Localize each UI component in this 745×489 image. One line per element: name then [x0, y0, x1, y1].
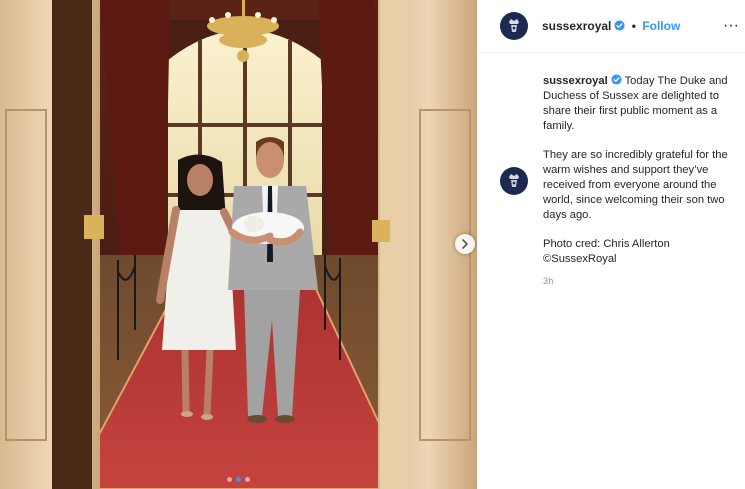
caption-credit-line-2[interactable]: ©SussexRoyal	[543, 253, 617, 265]
separator-dot: •	[631, 19, 636, 33]
post-side-panel: sussexroyal • Follow ··· sussexroyal Tod…	[477, 0, 745, 489]
avatar[interactable]	[500, 12, 528, 40]
verified-badge-icon	[611, 74, 622, 85]
more-options-icon[interactable]: ···	[723, 18, 739, 34]
caption-paragraph-1: sussexroyal Today The Duke and Duchess o…	[543, 74, 743, 134]
caption-avatar[interactable]	[500, 167, 528, 195]
family-photo-scene	[0, 0, 477, 489]
crown-crest-icon	[509, 174, 519, 187]
caption-credit: Photo cred: Chris Allerton ©SussexRoyal	[543, 237, 743, 267]
instagram-post: sussexroyal • Follow ··· sussexroyal Tod…	[0, 0, 745, 489]
caption-paragraph-2: They are so incredibly grateful for the …	[543, 149, 728, 221]
carousel-dot	[245, 477, 250, 482]
post-header: sussexroyal • Follow ···	[477, 0, 745, 53]
carousel-indicator	[0, 477, 477, 482]
chevron-right-icon	[462, 239, 468, 249]
verified-badge-icon	[614, 20, 625, 31]
post-photo[interactable]	[0, 0, 477, 489]
post-timestamp: 3h	[543, 276, 554, 286]
caption-credit-line-1: Photo cred: Chris Allerton	[543, 238, 670, 250]
caption-username[interactable]: sussexroyal	[543, 75, 608, 87]
follow-button[interactable]: Follow	[642, 19, 680, 33]
carousel-dot-active	[236, 477, 241, 482]
carousel-next-button[interactable]	[455, 234, 475, 254]
header-username[interactable]: sussexroyal • Follow	[542, 19, 680, 33]
crown-crest-icon	[509, 19, 519, 32]
carousel-dot	[227, 477, 232, 482]
post-caption: sussexroyal Today The Duke and Duchess o…	[543, 74, 743, 267]
username-text[interactable]: sussexroyal	[542, 19, 611, 33]
